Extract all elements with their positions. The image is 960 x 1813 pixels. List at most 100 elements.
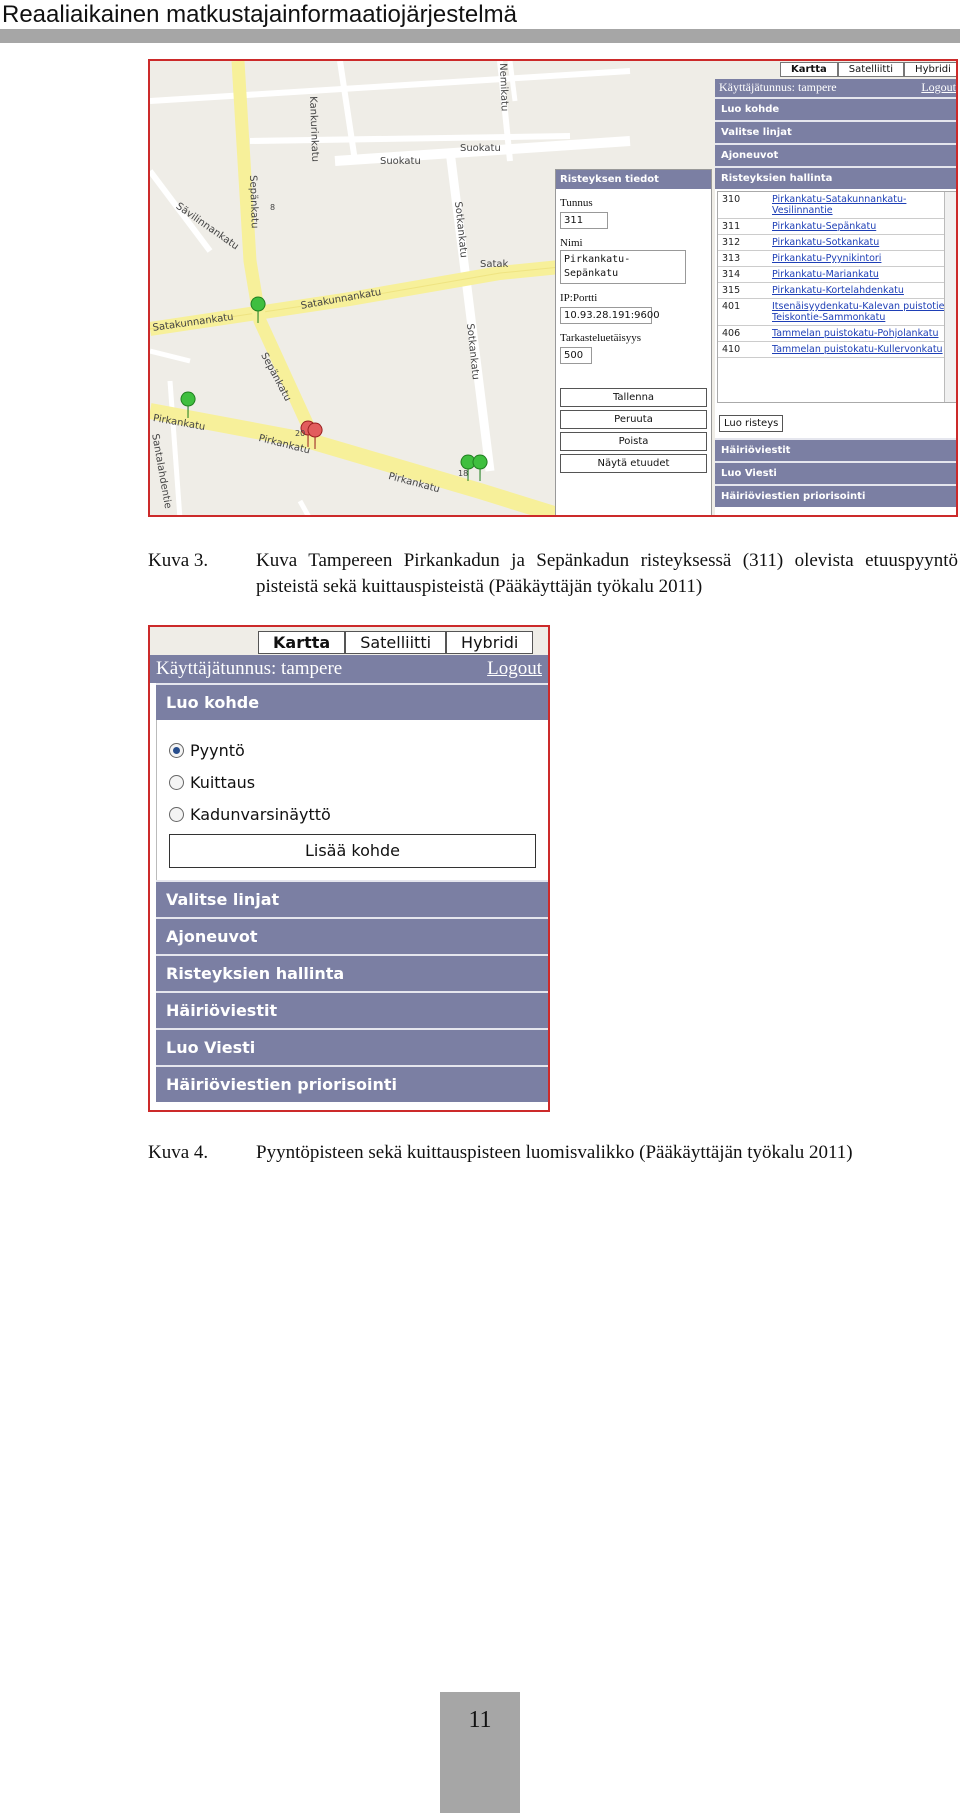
menu-risteyksien-hallinta[interactable]: Risteyksien hallinta [156, 954, 548, 991]
accuracy-input[interactable]: 500 [560, 347, 592, 364]
user-bar: Käyttäjätunnus: tampere Logout [715, 79, 956, 97]
menu-ajoneuvot[interactable]: Ajoneuvot [715, 143, 956, 166]
ip-port-label: IP:Portti [560, 292, 598, 304]
map-type-switcher: Kartta Satelliitti Hybridi [258, 631, 534, 654]
radio-label: Kadunvarsinäyttö [190, 804, 331, 824]
menu-hairioviestien-priorisointi[interactable]: Häiriöviestien priorisointi [156, 1065, 548, 1102]
nimi-textarea[interactable]: Pirkankatu- Sepänkatu [560, 250, 686, 284]
junction-details-title: Risteyksen tiedot [556, 170, 711, 189]
peruuta-button[interactable]: Peruuta [560, 410, 707, 429]
junction-link[interactable]: Pirkankatu-Sotkankatu [770, 235, 956, 250]
junction-id: 313 [722, 253, 741, 264]
menu-hairioviestit[interactable]: Häiriöviestit [156, 991, 548, 1028]
junction-id: 314 [722, 269, 741, 280]
menu-hairioviestien-priorisointi[interactable]: Häiriöviestien priorisointi [715, 484, 956, 507]
junction-id: 401 [722, 301, 741, 312]
radio-label: Pyyntö [190, 740, 245, 760]
radio-checked-icon[interactable] [169, 742, 184, 758]
admin-side-panel: Käyttäjätunnus: tampere Logout Luo kohde… [715, 79, 956, 515]
menu-luo-viesti[interactable]: Luo Viesti [715, 461, 956, 484]
menu-ajoneuvot[interactable]: Ajoneuvot [156, 917, 548, 954]
logout-link[interactable]: Logout [921, 80, 956, 96]
username-label: Käyttäjätunnus: tampere [156, 658, 343, 679]
junction-id: 315 [722, 285, 741, 296]
menu-luo-kohde[interactable]: Luo kohde [156, 683, 548, 720]
junction-id: 310 [722, 194, 741, 205]
radio-unchecked-icon[interactable] [169, 774, 184, 790]
luo-risteys-button[interactable]: Luo risteys [719, 415, 784, 432]
street-label: Suokatu [460, 143, 501, 154]
map-strip: Kartta Satelliitti Hybridi [150, 627, 548, 655]
junction-link[interactable]: Pirkankatu-Pyynikintori [770, 251, 956, 266]
menu-valitse-linjat[interactable]: Valitse linjat [156, 880, 548, 917]
document-header-title: Reaaliaikainen matkustajainformaatiojärj… [2, 1, 517, 28]
tunnus-label: Tunnus [560, 197, 593, 209]
map-type-kartta-button[interactable]: Kartta [258, 631, 346, 654]
nimi-label: Nimi [560, 237, 583, 249]
figure-menu-screenshot: Kartta Satelliitti Hybridi Käyttäjätunnu… [148, 625, 550, 1112]
radio-option-pyynto[interactable]: Pyyntö [169, 734, 536, 766]
street-label: Satak [480, 259, 509, 270]
junction-link[interactable]: Pirkankatu-Satakunnankatu-Vesilinnantie [770, 192, 956, 218]
lisaa-kohde-button[interactable]: Lisää kohde [169, 834, 536, 868]
header-divider-bar [0, 29, 960, 43]
junction-id: 312 [722, 237, 741, 248]
junction-link[interactable]: Pirkankatu-Kortelahdenkatu [770, 283, 956, 298]
radio-unchecked-icon[interactable] [169, 806, 184, 822]
junction-link[interactable]: Tammelan puistokatu-Kullervonkatu [770, 342, 956, 357]
junction-link[interactable]: Tammelan puistokatu-Pohjolankatu [770, 326, 956, 341]
street-number-label: 8 [270, 203, 276, 212]
radio-option-kuittaus[interactable]: Kuittaus [169, 766, 536, 798]
username-label: Käyttäjätunnus: tampere [719, 80, 837, 94]
junction-id: 311 [722, 221, 741, 232]
street-label: Sepänkatu [247, 175, 260, 229]
junction-id: 410 [722, 344, 741, 355]
tunnus-input[interactable]: 311 [560, 212, 608, 229]
radio-option-kadunvarsinaytto[interactable]: Kadunvarsinäyttö [169, 798, 536, 830]
map-type-hybridi-button[interactable]: Hybridi [904, 62, 956, 77]
tallenna-button[interactable]: Tallenna [560, 388, 707, 407]
table-row: 315 Pirkankatu-Kortelahdenkatu [718, 283, 956, 299]
caption-text: Kuva Tampereen Pirkankadun ja Sepänkadun… [256, 550, 958, 597]
table-row: 310 Pirkankatu-Satakunnankatu-Vesilinnant… [718, 192, 956, 219]
menu-risteyksien-hallinta[interactable]: Risteyksien hallinta [715, 166, 956, 189]
logout-link[interactable]: Logout [487, 657, 542, 681]
nimi-line: Sepänkatu [564, 268, 619, 279]
menu-hairioviestit[interactable]: Häiriöviestit [715, 438, 956, 461]
accuracy-label: Tarkasteluetäisyys [560, 332, 642, 344]
caption-number: Kuva 3. [148, 550, 209, 571]
page-number: 11 [440, 1692, 520, 1813]
junction-list-scrollbar[interactable] [944, 192, 956, 402]
map-type-kartta-button[interactable]: Kartta [780, 62, 838, 77]
ip-port-input[interactable]: 10.93.28.191:9600 [560, 307, 660, 324]
menu-valitse-linjat[interactable]: Valitse linjat [715, 120, 956, 143]
menu-luo-kohde[interactable]: Luo kohde [715, 97, 956, 120]
map-type-satelliitti-button[interactable]: Satelliitti [345, 631, 447, 654]
figure-map-screenshot: Kankurinkatu Suokatu Suokatu Sepänkatu S… [148, 59, 958, 517]
nimi-line: Pirkankatu- [564, 254, 631, 265]
table-row: 410 Tammelan puistokatu-Kullervonkatu [718, 342, 956, 358]
table-row: 406 Tammelan puistokatu-Pohjolankatu [718, 326, 956, 342]
junction-id: 406 [722, 328, 741, 339]
user-bar: Käyttäjätunnus: tampere Logout [150, 655, 548, 683]
table-row: 401 Itsenäisyydenkatu-Kalevan puistotie-T… [718, 299, 956, 326]
junction-link[interactable]: Itsenäisyydenkatu-Kalevan puistotie-Teis… [770, 299, 956, 325]
street-number-label: 20 [295, 429, 306, 438]
luo-kohde-form: Pyyntö Kuittaus Kadunvarsinäyttö Lisää k… [156, 720, 548, 880]
map-type-satelliitti-button[interactable]: Satelliitti [837, 62, 905, 77]
street-label: Suokatu [380, 156, 421, 167]
nayta-etuudet-button[interactable]: Näytä etuudet [560, 454, 707, 473]
junction-link[interactable]: Pirkankatu-Sepänkatu [770, 219, 956, 234]
table-row: 312 Pirkankatu-Sotkankatu [718, 235, 956, 251]
street-label: Nemikatu [497, 63, 510, 112]
figure-caption: Kuva 3. Kuva Tampereen Pirkankadun ja Se… [148, 548, 958, 602]
map-type-switcher: Kartta Satelliitti Hybridi [780, 62, 956, 77]
poista-button[interactable]: Poista [560, 432, 707, 451]
map-type-hybridi-button[interactable]: Hybridi [446, 631, 534, 654]
menu-luo-viesti[interactable]: Luo Viesti [156, 1028, 548, 1065]
caption-text: Pyyntöpisteen sekä kuittauspisteen luomi… [256, 1142, 853, 1163]
junction-link[interactable]: Pirkankatu-Mariankatu [770, 267, 956, 282]
table-row: 313 Pirkankatu-Pyynikintori [718, 251, 956, 267]
street-label: Kankurinkatu [307, 96, 321, 163]
street-number-label: 18 [458, 469, 469, 478]
